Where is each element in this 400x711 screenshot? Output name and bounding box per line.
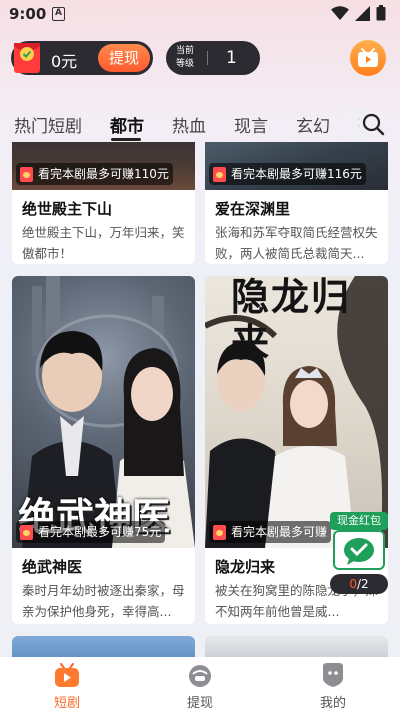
tab-city[interactable]: 都市: [110, 112, 144, 137]
red-envelope-icon: [20, 525, 33, 540]
red-envelope-icon: [213, 167, 226, 182]
drama-poster: 看完本剧最多可赚116元: [205, 142, 388, 190]
drama-title: 绝世殿主下山: [22, 200, 113, 218]
tv-icon: [358, 48, 378, 67]
drama-card[interactable]: [12, 636, 195, 657]
red-envelope-icon: [20, 167, 33, 182]
tab-hot-blood[interactable]: 热血: [172, 112, 206, 137]
wechat-icon: [344, 538, 374, 565]
tab-modern-romance[interactable]: 现言: [234, 112, 268, 137]
system-icons: [331, 5, 386, 21]
drama-card[interactable]: 看完本剧最多可赚116元 爱在深渊里 张海和苏军夺取简氏经营权失败，两人被简氏总…: [205, 142, 388, 264]
earn-tag: 看完本剧最多可赚116元: [209, 163, 366, 185]
tab-hot-drama[interactable]: 热门短剧: [14, 112, 82, 137]
level-value: 1: [226, 48, 237, 68]
play-tv-icon: [55, 662, 79, 687]
nav-withdraw-label: 提现: [186, 696, 213, 711]
tab-fantasy[interactable]: 玄幻: [296, 112, 330, 137]
wifi-icon: [331, 5, 349, 20]
drama-card[interactable]: [205, 636, 388, 657]
nav-profile-label: 我的: [319, 696, 346, 711]
status-bar: 9:00 A: [0, 0, 400, 28]
level-divider: [207, 51, 208, 65]
drama-poster: [12, 636, 195, 657]
level-pill[interactable]: 当前等级 1: [166, 41, 260, 75]
search-icon[interactable]: [360, 111, 386, 137]
tab-fade: [340, 108, 362, 142]
notification-icon: A: [52, 7, 65, 21]
video-reward-button[interactable]: [350, 40, 386, 76]
status-time: 9:00: [9, 5, 47, 23]
profile-icon: [323, 663, 343, 687]
cash-red-packet-label: 现金红包: [330, 512, 388, 530]
red-envelope-icon: [213, 525, 226, 540]
battery-icon: [376, 5, 386, 21]
red-packet-progress: 0/2: [330, 574, 388, 594]
cash-red-packet-card: [333, 530, 385, 570]
earn-tag: 看完本剧最多可赚: [209, 521, 332, 543]
drama-poster: [205, 636, 388, 657]
drama-poster: 隐龙归来 看完本剧最多可赚: [205, 276, 388, 548]
active-tab-indicator: [111, 138, 141, 141]
earn-tag: 看完本剧最多可赚75元: [16, 521, 166, 543]
earn-tag: 看完本剧最多可赚110元: [16, 163, 173, 185]
wallet-icon: [189, 665, 211, 687]
signal-icon: [355, 5, 370, 21]
withdraw-button[interactable]: 提现: [98, 44, 150, 72]
coin-balance-pill[interactable]: 0元 提现: [11, 41, 153, 75]
bottom-nav: 短剧 提现 我的: [0, 657, 400, 711]
drama-title: 爱在深渊里: [215, 200, 291, 218]
coin-value: 0元: [51, 52, 78, 71]
drama-description: 张海和苏军夺取简氏经营权失败，两人被简氏总裁简天...: [215, 225, 378, 261]
nav-drama-label: 短剧: [53, 696, 80, 711]
category-tabs: 热门短剧 都市 热血 现言 玄幻 :: [0, 108, 400, 142]
drama-description: 绝世殿主下山，万年归来，笑傲都市！: [22, 225, 185, 261]
drama-card[interactable]: 绝武神医 看完本剧最多可赚75元 绝武神医 秦时月年幼时被逐出秦家，母亲为保护他…: [12, 276, 195, 624]
drama-description: 秦时月年幼时被逐出秦家，母亲为保护他身死，幸得高...: [22, 583, 185, 619]
nav-profile[interactable]: 我的: [293, 660, 373, 711]
level-label: 当前等级: [176, 46, 195, 69]
drama-title: 绝武神医: [22, 558, 83, 576]
cash-red-packet-widget[interactable]: 现金红包 0/2: [330, 512, 388, 594]
poster-title-art: 隐龙归来: [231, 276, 352, 365]
drama-poster: 看完本剧最多可赚110元: [12, 142, 195, 190]
nav-drama[interactable]: 短剧: [27, 660, 107, 711]
drama-card[interactable]: 看完本剧最多可赚110元 绝世殿主下山 绝世殿主下山，万年归来，笑傲都市！: [12, 142, 195, 264]
drama-title: 隐龙归来: [215, 558, 276, 576]
red-envelope-icon: [14, 43, 40, 73]
nav-withdraw[interactable]: 提现: [160, 660, 240, 711]
drama-poster: 绝武神医 看完本剧最多可赚75元: [12, 276, 195, 548]
